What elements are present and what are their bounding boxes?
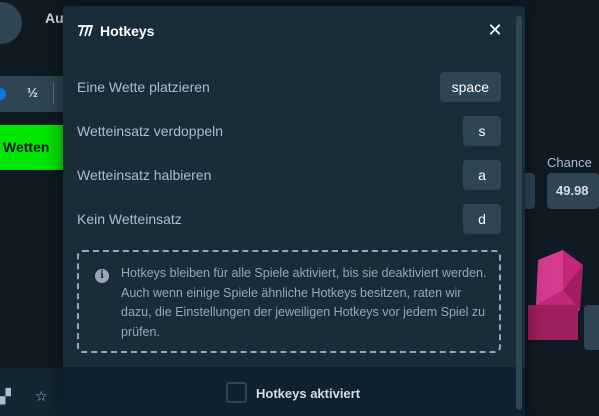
hotkey-row-halve-bet: Wetteinsatz halbieren a <box>77 160 501 190</box>
divider <box>53 82 54 104</box>
gem-icon <box>528 250 583 340</box>
hotkeys-modal: Hotkeys ✕ Eine Wette platzieren space We… <box>63 6 525 416</box>
half-button[interactable]: ½ <box>27 85 38 100</box>
modal-footer: Hotkeys aktiviert <box>63 367 525 416</box>
hotkey-key: a <box>463 160 501 190</box>
hotkey-label: Eine Wette platzieren <box>77 79 210 95</box>
hotkey-label: Kein Wetteinsatz <box>77 211 182 227</box>
scrollbar[interactable] <box>516 16 522 410</box>
hotkey-key: space <box>439 72 501 102</box>
hotkey-key: s <box>463 116 501 146</box>
hotkey-key: d <box>463 204 501 234</box>
hotkey-label: Wetteinsatz halbieren <box>77 167 212 183</box>
hotkey-label: Wetteinsatz verdoppeln <box>77 123 224 139</box>
modal-header: Hotkeys ✕ <box>63 6 525 56</box>
info-text: Hotkeys bleiben für alle Spiele aktivier… <box>121 266 487 339</box>
auto-tab[interactable]: Au <box>45 10 64 26</box>
chance-label: Chance <box>547 155 592 170</box>
info-icon: i <box>95 269 109 283</box>
mode-toggle[interactable] <box>0 2 22 44</box>
side-panel <box>584 305 599 350</box>
hotkeys-enabled-label[interactable]: Hotkeys aktiviert <box>256 386 360 401</box>
chance-value: 49.98 <box>556 183 589 198</box>
bet-button-label: Wetten <box>3 139 50 155</box>
hotkeys-enabled-checkbox[interactable] <box>226 382 247 403</box>
hotkey-row-zero-bet: Kein Wetteinsatz d <box>77 204 501 234</box>
hotkey-row-double-bet: Wetteinsatz verdoppeln s <box>77 116 501 146</box>
stats-icon[interactable]: ▞ <box>0 388 11 405</box>
close-icon[interactable]: ✕ <box>485 20 505 40</box>
hotkeys-icon <box>78 25 93 37</box>
star-icon[interactable]: ☆ <box>35 388 48 405</box>
info-box: i Hotkeys bleiben für alle Spiele aktivi… <box>77 250 501 353</box>
chance-field[interactable]: 49.98 <box>547 173 599 209</box>
bet-button[interactable]: Wetten <box>0 125 70 170</box>
hotkey-row-place-bet: Eine Wette platzieren space <box>77 72 501 102</box>
modal-title: Hotkeys <box>100 23 155 39</box>
